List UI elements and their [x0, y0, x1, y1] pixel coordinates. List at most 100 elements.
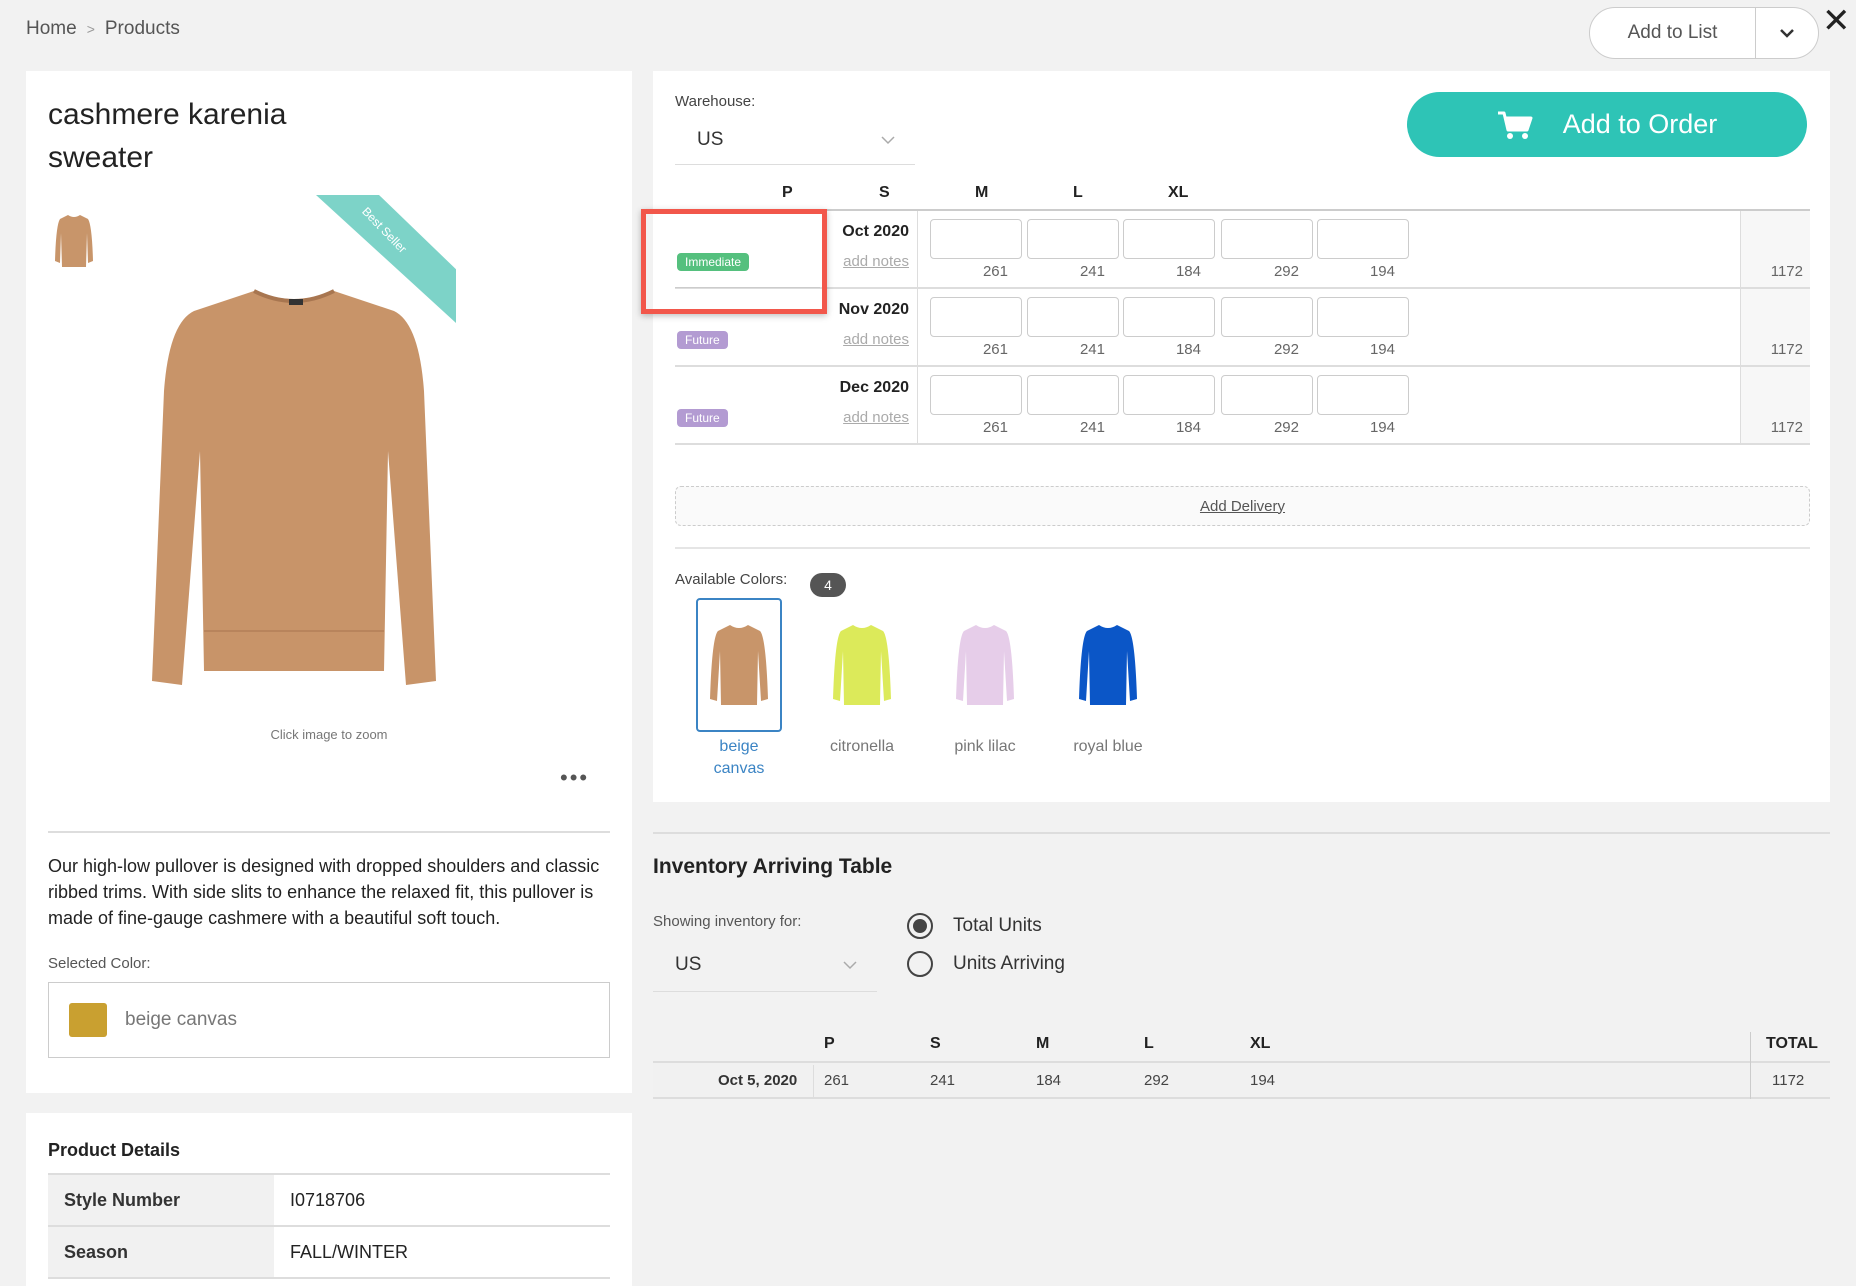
- quantity-input[interactable]: [1027, 375, 1119, 415]
- available-qty: 194: [1369, 341, 1395, 358]
- color-option-royal-blue[interactable]: royal blue: [1065, 598, 1151, 758]
- available-qty: 184: [1175, 341, 1201, 358]
- column-header: L: [1144, 1035, 1154, 1052]
- quantity-input[interactable]: [1317, 219, 1409, 259]
- row-total: 1172: [1770, 419, 1803, 436]
- details-key: Season: [48, 1227, 274, 1277]
- inventory-for-label: Showing inventory for:: [653, 913, 802, 930]
- table-cell: 261: [824, 1072, 850, 1089]
- divider: [653, 832, 1830, 834]
- product-main-image[interactable]: [144, 271, 444, 701]
- selected-color-label: Selected Color:: [48, 955, 151, 972]
- color-name: beige canvas: [713, 738, 765, 777]
- column-header: P: [824, 1035, 835, 1052]
- color-image: [1065, 598, 1151, 732]
- details-value: FALL/WINTER: [290, 1241, 409, 1262]
- quantity-input[interactable]: [1027, 297, 1119, 337]
- available-qty: 184: [1175, 263, 1201, 280]
- chevron-down-icon: [881, 132, 895, 148]
- available-qty: 241: [1079, 263, 1105, 280]
- color-option-citronella[interactable]: citronella: [819, 598, 905, 758]
- quantity-input[interactable]: [1027, 219, 1119, 259]
- color-image: [819, 598, 905, 732]
- breadcrumb-home[interactable]: Home: [26, 18, 77, 40]
- selected-color-value: beige canvas: [125, 1009, 237, 1030]
- radio-label: Total Units: [953, 915, 1042, 936]
- order-panel: Warehouse: US Add to Order P S M L XL Im…: [653, 71, 1830, 802]
- more-options-icon[interactable]: •••: [560, 765, 589, 791]
- selected-color-field: beige canvas: [48, 982, 610, 1058]
- color-option-beige-canvas[interactable]: beige canvas: [696, 598, 782, 780]
- radio-units-arriving[interactable]: Units Arriving: [907, 951, 1065, 977]
- size-header: L: [1073, 184, 1083, 201]
- product-title: cashmere karenia sweater: [48, 98, 287, 174]
- inventory-title: Inventory Arriving Table: [653, 855, 893, 878]
- add-to-order-button[interactable]: Add to Order: [1407, 92, 1807, 157]
- add-to-list-button[interactable]: Add to List: [1590, 8, 1756, 58]
- delivery-row: Future Nov 2020 add notes 261 241 184 29…: [675, 289, 1810, 367]
- size-header: M: [975, 184, 989, 201]
- quantity-input[interactable]: [1123, 375, 1215, 415]
- product-thumbnail[interactable]: [52, 211, 96, 271]
- quantity-input[interactable]: [1317, 375, 1409, 415]
- size-header: S: [879, 184, 890, 201]
- quantity-input[interactable]: [1123, 219, 1215, 259]
- quantity-input[interactable]: [1123, 297, 1215, 337]
- available-qty: 194: [1369, 419, 1395, 436]
- zoom-hint: Click image to zoom: [270, 727, 388, 742]
- color-name: royal blue: [1073, 738, 1143, 755]
- add-delivery-button[interactable]: Add Delivery: [675, 486, 1810, 526]
- row-total: 1172: [1770, 263, 1803, 280]
- highlight-box: [641, 209, 827, 314]
- column-header-total: TOTAL: [1766, 1035, 1818, 1052]
- warehouse-select[interactable]: US: [675, 115, 915, 165]
- delivery-badge-future: Future: [677, 331, 728, 349]
- column-divider: [813, 1065, 814, 1099]
- product-description: Our high-low pullover is designed with d…: [48, 856, 600, 928]
- color-image: [696, 598, 782, 732]
- table-cell-total: 1172: [1772, 1072, 1805, 1089]
- details-key: Style Number: [48, 1175, 274, 1225]
- quantity-input[interactable]: [930, 219, 1022, 259]
- size-header: P: [782, 184, 793, 201]
- breadcrumb: Home > Products: [26, 18, 180, 40]
- available-qty: 241: [1079, 419, 1105, 436]
- quantity-input[interactable]: [1221, 297, 1313, 337]
- chevron-down-icon[interactable]: [1756, 28, 1818, 38]
- column-header: S: [930, 1035, 941, 1052]
- color-name: citronella: [829, 738, 895, 755]
- table-row: Oct 5, 2020 261 241 184 292 194 1172: [653, 1063, 1830, 1099]
- delivery-badge-future: Future: [677, 409, 728, 427]
- available-qty: 241: [1079, 341, 1105, 358]
- delivery-row: Future Dec 2020 add notes 261 241 184 29…: [675, 367, 1810, 445]
- available-qty: 194: [1369, 263, 1395, 280]
- inventory-table: P S M L XL TOTAL Oct 5, 2020 261 241 184…: [653, 1027, 1830, 1099]
- delivery-date: Dec 2020: [839, 379, 909, 396]
- add-to-list-button-group: Add to List: [1589, 7, 1819, 59]
- available-qty: 292: [1273, 419, 1299, 436]
- column-header: M: [1036, 1035, 1050, 1052]
- close-icon[interactable]: ✕: [1822, 4, 1851, 38]
- breadcrumb-current[interactable]: Products: [105, 18, 180, 40]
- quantity-input[interactable]: [930, 297, 1022, 337]
- quantity-input[interactable]: [930, 375, 1022, 415]
- row-date: Oct 5, 2020: [718, 1072, 798, 1089]
- inventory-warehouse-value: US: [675, 953, 702, 975]
- chevron-down-icon: [843, 957, 857, 973]
- quantity-input[interactable]: [1221, 219, 1313, 259]
- product-panel: cashmere karenia sweater Best Seller Cli…: [26, 71, 632, 1093]
- delivery-row: Immediate Oct 2020 add notes 261 241 184…: [675, 211, 1810, 289]
- table-cell: 194: [1250, 1072, 1276, 1089]
- radio-total-units[interactable]: Total Units: [907, 913, 1042, 939]
- available-colors-label: Available Colors:: [675, 571, 788, 588]
- quantity-input[interactable]: [1221, 375, 1313, 415]
- quantity-input[interactable]: [1317, 297, 1409, 337]
- add-notes-link[interactable]: add notes: [795, 409, 909, 426]
- inventory-warehouse-select[interactable]: US: [653, 938, 877, 992]
- warehouse-value: US: [697, 128, 724, 150]
- available-qty: 292: [1273, 263, 1299, 280]
- color-option-pink-lilac[interactable]: pink lilac: [942, 598, 1028, 758]
- add-notes-link[interactable]: add notes: [795, 331, 909, 348]
- details-row: Style Number I0718706: [48, 1175, 610, 1227]
- column-header: XL: [1250, 1035, 1271, 1052]
